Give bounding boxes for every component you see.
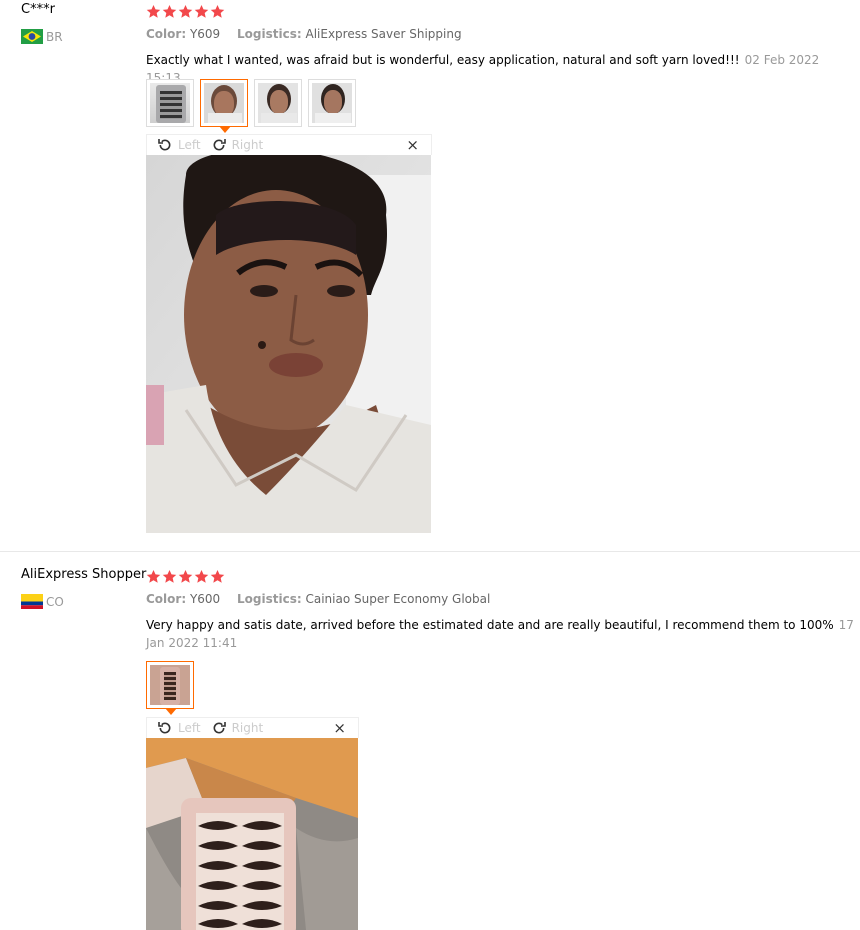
color-label: Color: [146,592,187,606]
country-code: CO [46,594,64,609]
order-info: Color: Y609 Logistics: AliExpress Saver … [146,27,462,41]
rotate-left-label: Left [178,138,201,152]
colombia-flag-icon [21,594,43,609]
selected-indicator-arrow [165,708,177,715]
photo-thumbnails [146,661,194,715]
star-icon [162,569,177,584]
feedback-text: Exactly what I wanted, was afraid but is… [146,53,740,67]
rotate-right-label: Right [231,721,264,735]
buyer-feedback: Very happy and satis date, arrived befor… [146,616,856,652]
rotate-right-button[interactable]: Right [211,137,264,153]
logistics-value: Cainiao Super Economy Global [305,592,491,606]
rotate-right-icon [211,720,227,736]
reviewer-country: BR [21,29,63,44]
photo-thumbnails [146,79,356,133]
review-photo-large [146,155,431,533]
country-code: BR [46,29,63,44]
logistics-value: AliExpress Saver Shipping [305,27,462,41]
rotate-right-button[interactable]: Right [211,720,264,736]
logistics-label: Logistics: [237,592,302,606]
rotate-left-label: Left [178,721,201,735]
photo-thumbnail[interactable] [308,79,356,127]
close-icon[interactable]: × [406,136,419,154]
color-label: Color: [146,27,187,41]
photo-thumbnail[interactable] [146,79,194,127]
star-icon [194,569,209,584]
review-divider [0,551,860,552]
star-icon [210,4,225,19]
selected-indicator-arrow [219,126,231,133]
star-icon [162,4,177,19]
rotate-right-label: Right [231,138,264,152]
photo-viewer-toolbar: Left Right × [146,717,359,738]
photo-thumbnail-selected[interactable] [200,79,248,133]
rotate-left-button[interactable]: Left [157,137,201,153]
rotate-right-icon [211,137,227,153]
photo-thumbnail-selected[interactable] [146,661,194,715]
rotate-left-icon [157,137,173,153]
star-icon [178,569,193,584]
reviewer-country: CO [21,594,64,609]
star-icon [146,569,161,584]
photo-viewer-toolbar: Left Right × [146,134,432,155]
star-icon [178,4,193,19]
order-info: Color: Y600 Logistics: Cainiao Super Eco… [146,592,490,606]
star-icon [146,4,161,19]
reviewer-name: C***r [21,2,55,17]
color-value: Y609 [189,27,221,41]
brazil-flag-icon [21,29,43,44]
star-rating [146,569,225,584]
logistics-label: Logistics: [237,27,302,41]
reviewer-name: AliExpress Shopper [21,567,147,582]
review-photo-large [146,738,358,930]
star-icon [210,569,225,584]
rotate-left-icon [157,720,173,736]
feedback-text: Very happy and satis date, arrived befor… [146,618,834,632]
close-icon[interactable]: × [333,719,346,737]
color-value: Y600 [189,592,221,606]
rotate-left-button[interactable]: Left [157,720,201,736]
star-icon [194,4,209,19]
photo-thumbnail[interactable] [254,79,302,127]
star-rating [146,4,225,19]
